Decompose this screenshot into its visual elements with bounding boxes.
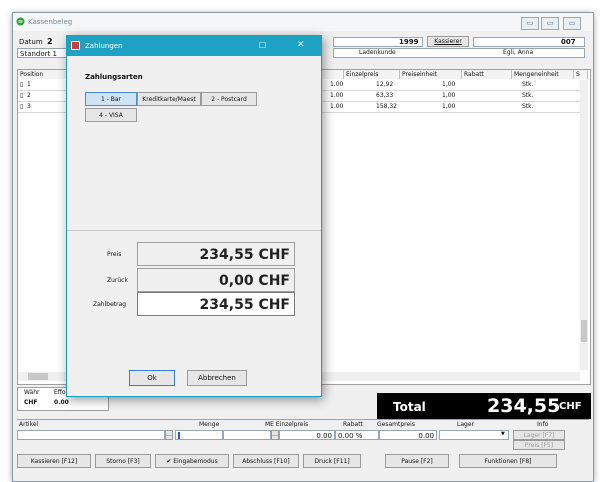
preis-value: 234,55 CHF: [137, 242, 295, 266]
title-bar: Kassenbeleg ▭ ▭ ▭: [13, 13, 593, 31]
payment-kreditkarte-button[interactable]: Kreditkarte/Maest: [137, 92, 201, 106]
zurueck-value: 0,00 CHF: [137, 268, 295, 292]
menge-input[interactable]: [175, 430, 223, 440]
artikel-lookup-button[interactable]: ...: [165, 430, 173, 440]
zahlungsarten-heading: Zahlungsarten: [85, 73, 143, 81]
app-icon: [16, 17, 25, 26]
payment-postcard-button[interactable]: 2 - Postcard: [201, 92, 257, 106]
einzelpreis-input[interactable]: 0.00: [279, 430, 335, 440]
col-mengeneinheit[interactable]: Mengeneinheit: [512, 70, 574, 79]
vertical-scrollbar[interactable]: [580, 80, 588, 370]
scroll-thumb[interactable]: [581, 320, 587, 342]
window-title: Kassenbeleg: [28, 18, 73, 26]
close-button[interactable]: ▭: [563, 17, 581, 30]
dialog-title-bar: Zahlungen ☐ ✕: [67, 36, 321, 56]
row-me: Stk.: [522, 81, 534, 88]
abschluss-button[interactable]: Abschluss [F10]: [233, 454, 299, 468]
standort-field[interactable]: Standort 1: [17, 48, 67, 58]
col-rabatt[interactable]: Rabatt: [462, 70, 512, 79]
menge-label: Menge: [199, 421, 220, 428]
zahlbetrag-input[interactable]: 234,55 CHF: [137, 292, 295, 316]
row-qty: 1.00: [330, 92, 344, 99]
payment-visa-button[interactable]: 4 - VISA: [85, 108, 137, 122]
col-preiseinheit[interactable]: Preiseinheit: [400, 70, 462, 79]
row-me: Stk.: [522, 92, 534, 99]
ok-button[interactable]: Ok: [129, 370, 175, 386]
pause-button[interactable]: Pause [F2]: [385, 454, 449, 468]
lager-button[interactable]: Lager [F7]: [513, 430, 565, 440]
row-unit: 1,00: [442, 92, 456, 99]
effort-value: 0.00: [54, 399, 69, 406]
col-einzelpreis[interactable]: Einzelpreis: [344, 70, 400, 79]
row-me: Stk.: [522, 103, 534, 110]
doc-icon: ▯: [20, 103, 24, 110]
info-label: Info: [537, 421, 549, 428]
dialog-separator: [67, 230, 321, 231]
kassierer-code: 007: [561, 38, 576, 46]
storno-button[interactable]: Storno [F3]: [95, 454, 151, 468]
doc-icon: ▯: [20, 92, 24, 99]
datum-label: Datum: [19, 38, 43, 46]
rabatt-input[interactable]: 0.00 %: [335, 430, 379, 440]
payment-bar-button[interactable]: 1 - Bar: [85, 92, 137, 106]
row-position: 1: [27, 81, 31, 88]
dialog-maximize-button[interactable]: ☐: [259, 41, 266, 50]
kassierer-button[interactable]: Kassierer: [427, 36, 469, 47]
row-position: 3: [27, 103, 31, 110]
row-price: 12,92: [376, 81, 394, 88]
total-bar: Total 234,55 CHF: [377, 393, 591, 419]
preis-label: Preis: [107, 251, 122, 258]
dialog-close-button[interactable]: ✕: [297, 40, 305, 50]
druck-button[interactable]: Druck [F11]: [303, 454, 361, 468]
dialog-title: Zahlungen: [85, 42, 123, 50]
doc-icon: ▯: [20, 81, 24, 88]
beleg-number: 1999: [399, 38, 419, 46]
waehr-label: Währ: [24, 389, 40, 396]
me-lookup-button[interactable]: ...: [271, 430, 279, 440]
rabatt-label: Rabatt: [343, 421, 363, 428]
row-price: 63,33: [376, 92, 394, 99]
total-value: 234,55: [487, 395, 561, 417]
maximize-button[interactable]: ▭: [541, 17, 559, 30]
row-unit: 1,00: [442, 103, 456, 110]
zahlungen-dialog: Zahlungen ☐ ✕ Zahlungsarten 1 - Bar Kred…: [66, 35, 322, 397]
funktionen-button[interactable]: Funktionen [F8]: [459, 454, 557, 468]
minimize-button[interactable]: ▭: [521, 17, 539, 30]
gesamtpreis-input[interactable]: 0.00: [379, 430, 437, 440]
row-qty: 1.00: [330, 103, 344, 110]
total-label: Total: [393, 400, 426, 414]
ladenkunde-label: Ladenkunde: [359, 49, 396, 56]
kassieren-button[interactable]: Kassieren [F12]: [17, 454, 91, 468]
dialog-app-icon: [71, 41, 80, 50]
total-currency: CHF: [559, 401, 582, 412]
gesamtpreis-label: Gesamtpreis: [377, 421, 415, 428]
artikel-label: Artikel: [19, 421, 39, 428]
zurueck-label: Zurück: [107, 277, 128, 284]
row-qty: 1.00: [330, 81, 344, 88]
eingabemodus-button[interactable]: ✔ Eingabemodus: [155, 454, 229, 468]
col-s[interactable]: S: [574, 70, 588, 79]
me-einzelpreis-label: ME Einzelpreis: [265, 421, 309, 428]
me-input[interactable]: [223, 430, 271, 440]
row-unit: 1,00: [442, 81, 456, 88]
abbrechen-button[interactable]: Abbrechen: [187, 370, 247, 386]
chevron-down-icon[interactable]: ▼: [501, 431, 505, 437]
customer-name: Egli, Anna: [503, 49, 534, 56]
artikel-input[interactable]: [17, 430, 165, 440]
currency-code: CHF: [24, 399, 38, 406]
hscroll-thumb[interactable]: [28, 373, 48, 380]
row-price: 158,32: [376, 103, 397, 110]
lager-label: Lager: [457, 421, 474, 428]
row-position: 2: [27, 92, 31, 99]
zahlbetrag-label: Zahlbetrag: [93, 301, 127, 308]
col-position[interactable]: Position: [18, 70, 72, 79]
entry-area: Artikel Menge ME Einzelpreis Rabatt Gesa…: [17, 419, 589, 450]
lager-select[interactable]: [439, 430, 509, 440]
preis-button[interactable]: Preis [F5]: [513, 440, 565, 450]
datum-field[interactable]: 2: [47, 37, 53, 46]
